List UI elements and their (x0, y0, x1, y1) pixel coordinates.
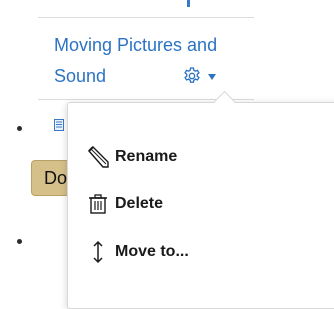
scroll-marker (187, 0, 190, 7)
settings-menu-button[interactable] (182, 65, 234, 87)
settings-dropdown-menu: Rename Delete Move to... (67, 102, 334, 309)
menu-item-label: Move to... (115, 243, 189, 260)
divider (38, 17, 254, 18)
list-bullet (17, 239, 22, 244)
menu-item-delete[interactable]: Delete (86, 190, 163, 218)
menu-item-move-to[interactable]: Move to... (86, 238, 189, 266)
menu-item-label: Delete (115, 195, 164, 212)
trash-icon (89, 194, 107, 214)
chevron-down-icon (208, 74, 216, 80)
pencil-icon (88, 146, 109, 168)
list-bullet (17, 126, 22, 131)
menu-item-label: Rename (115, 148, 178, 165)
menu-item-rename[interactable]: Rename (86, 143, 177, 171)
gear-icon (184, 67, 200, 83)
module-title-line1: Moving Pictures and (54, 35, 218, 55)
move-vertical-icon (93, 240, 103, 264)
document-icon (54, 119, 64, 131)
